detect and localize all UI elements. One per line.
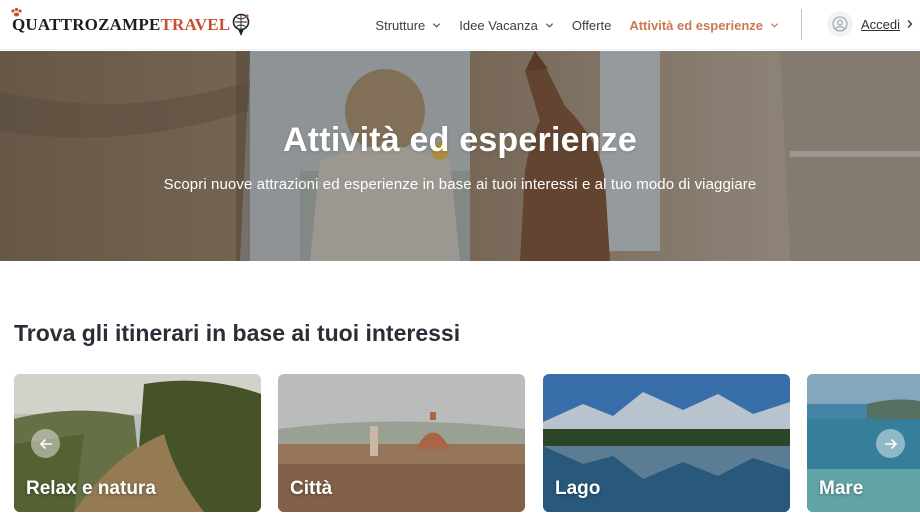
hero-banner: Attività ed esperienze Scopri nuove attr…	[0, 51, 920, 261]
card-lago[interactable]: Lago	[543, 374, 790, 512]
card-lago-label: Lago	[555, 478, 601, 499]
brand-name: QUATTROZAMPETRAVEL	[12, 15, 231, 34]
nav-attivita-esperienze-label: Attività ed esperienze	[629, 17, 763, 33]
interests-title: Trova gli itinerari in base ai tuoi inte…	[14, 320, 461, 346]
chevron-down-icon	[545, 22, 553, 28]
user-icon	[827, 11, 853, 37]
carousel-prev-button[interactable]	[31, 429, 60, 458]
site-header: QUATTROZAMPETRAVEL Strutture Idee Vacanz…	[0, 0, 920, 50]
nav-offerte-label: Offerte	[571, 17, 612, 33]
chevron-right-icon	[907, 20, 913, 28]
hero-title: Attività ed esperienze	[283, 121, 637, 159]
nav-offerte[interactable]: Offerte	[563, 18, 621, 33]
nav-strutture-label: Strutture	[375, 17, 426, 33]
main-nav: Strutture Idee Vacanza Offerte Attività …	[366, 0, 788, 50]
brand-logo[interactable]: QUATTROZAMPETRAVEL	[11, 7, 250, 38]
card-citta-label: Città	[290, 478, 333, 499]
nav-idee-vacanza[interactable]: Idee Vacanza	[450, 18, 563, 33]
chevron-down-icon	[770, 22, 779, 28]
nav-idee-vacanza-label: Idee Vacanza	[459, 17, 538, 33]
arrow-right-icon	[884, 438, 897, 449]
card-citta[interactable]: Città	[278, 374, 525, 512]
card-relax-natura-label: Relax e natura	[26, 478, 156, 499]
nav-strutture[interactable]: Strutture	[366, 18, 450, 33]
login-button[interactable]: Accedi	[827, 10, 914, 38]
chevron-down-icon	[433, 22, 441, 28]
paw-icon	[11, 7, 22, 17]
card-mare-label: Mare	[819, 478, 864, 499]
login-label: Accedi	[861, 16, 901, 32]
header-divider	[801, 9, 802, 40]
arrow-left-icon	[39, 438, 52, 449]
nav-attivita-esperienze[interactable]: Attività ed esperienze	[620, 18, 788, 33]
hero-subtitle: Scopri nuove attrazioni ed esperienze in…	[163, 176, 757, 193]
globe-pin-icon	[233, 13, 250, 36]
carousel-next-button[interactable]	[876, 429, 905, 458]
